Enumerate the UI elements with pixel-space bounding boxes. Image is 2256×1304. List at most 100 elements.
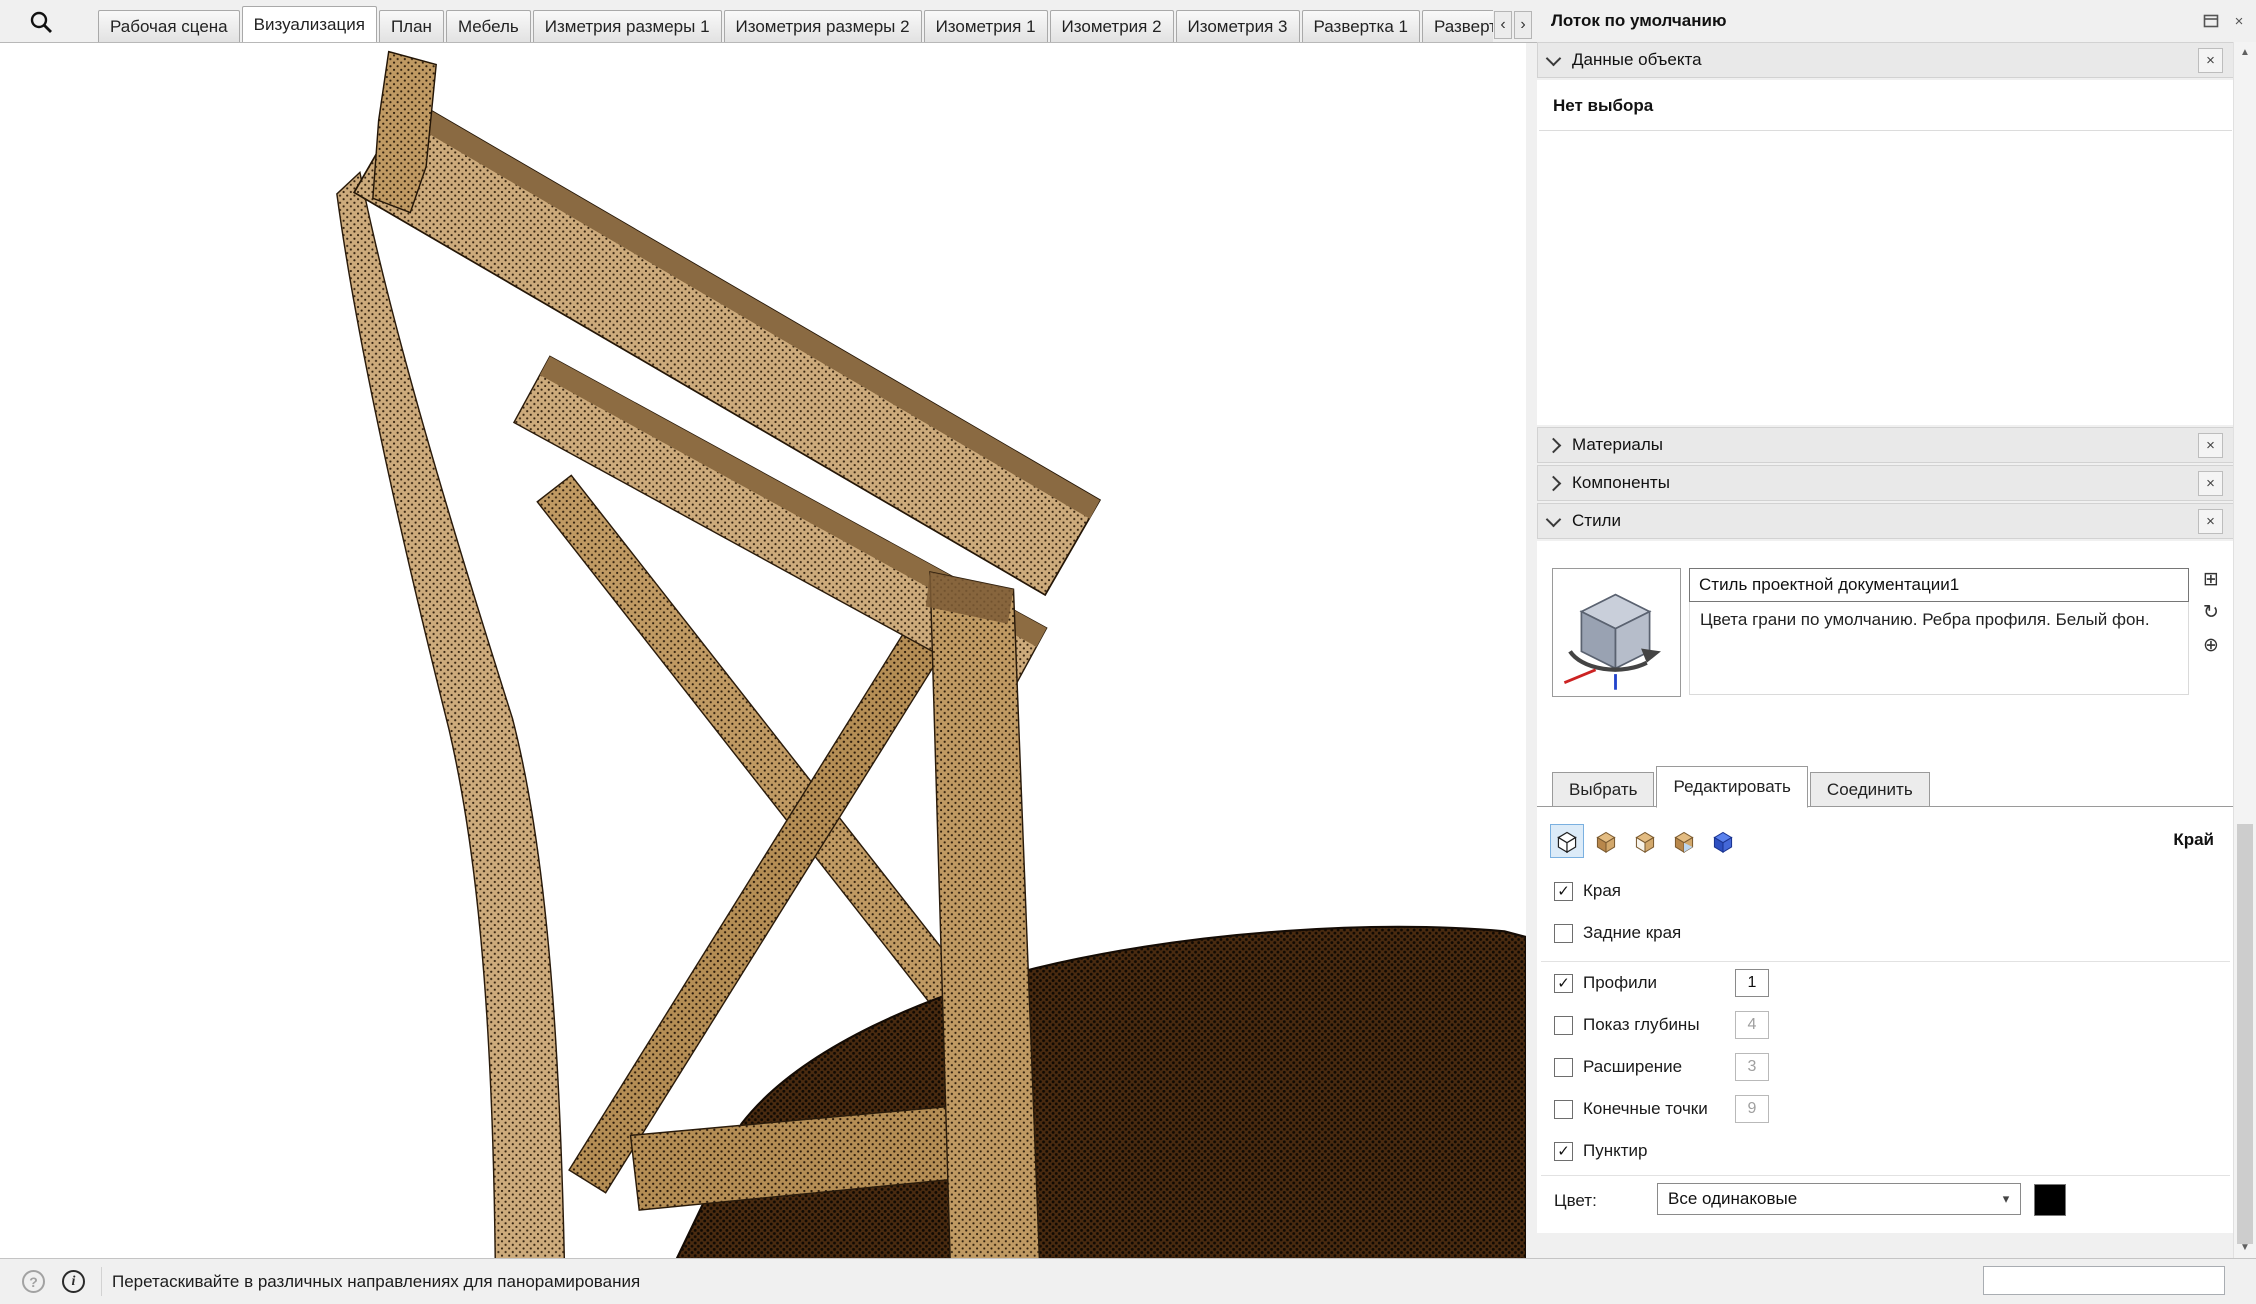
modeling-settings-button[interactable] (1706, 824, 1740, 858)
measurements-input[interactable] (1983, 1266, 2225, 1295)
watermark-cube-icon (1672, 829, 1696, 853)
tray-body: Данные объекта × Нет выбора Материалы × … (1537, 42, 2234, 1259)
endpoints-label: Конечные точки (1583, 1099, 1708, 1119)
edges-label: Края (1583, 881, 1621, 901)
new-style-icon[interactable]: ⊞ (2198, 566, 2224, 592)
tray-dock-icon[interactable] (2200, 10, 2222, 32)
scene-tab-active[interactable]: Визуализация (242, 6, 377, 42)
status-bar: ? i Перетаскивайте в различных направлен… (0, 1258, 2256, 1304)
extension-checkbox[interactable] (1554, 1058, 1573, 1077)
edges-checkbox[interactable]: ✓ (1554, 882, 1573, 901)
scene-tab[interactable]: Изометрия размеры 2 (724, 10, 922, 42)
scene-tab[interactable]: Рабочая сцена (98, 10, 240, 42)
scroll-down-icon[interactable]: ▼ (2234, 1237, 2256, 1259)
endpoints-checkbox[interactable] (1554, 1100, 1573, 1119)
chevron-down-icon (1546, 50, 1562, 66)
tray-title-bar: Лоток по умолчанию (1537, 0, 2256, 42)
color-dropdown-value: Все одинаковые (1668, 1189, 1797, 1209)
style-name-input[interactable] (1689, 568, 2189, 602)
scrollbar-thumb[interactable] (2237, 824, 2253, 1244)
depth-cue-checkbox[interactable] (1554, 1016, 1573, 1035)
no-selection-text: Нет выбора (1537, 80, 2234, 116)
extension-label: Расширение (1583, 1057, 1682, 1077)
extension-row: Расширение (1554, 1057, 1682, 1077)
info-icon[interactable]: i (62, 1270, 85, 1293)
divider (101, 1267, 102, 1296)
tab-edit[interactable]: Редактировать (1656, 766, 1807, 808)
close-section-icon[interactable]: × (2198, 48, 2223, 73)
chevron-right-icon (1546, 437, 1562, 453)
section-header-components[interactable]: Компоненты × (1537, 465, 2234, 501)
edges-row: ✓ Края (1554, 881, 1621, 901)
scene-tab[interactable]: Мебель (446, 10, 531, 42)
search-icon[interactable] (26, 7, 56, 37)
close-section-icon[interactable]: × (2198, 433, 2223, 458)
scene-tab[interactable]: Развертка 2 (1422, 10, 1493, 42)
close-section-icon[interactable]: × (2198, 509, 2223, 534)
divider (1541, 961, 2230, 962)
styles-tabs: Выбрать Редактировать Соединить (1552, 767, 1932, 807)
scene-tab[interactable]: Изометрия 3 (1176, 10, 1300, 42)
scene-tab[interactable]: Изометрия 2 (1050, 10, 1174, 42)
section-label: Стили (1572, 511, 1621, 531)
shaded-cube-icon (1594, 829, 1618, 853)
scene-tab[interactable]: Развертка 1 (1302, 10, 1420, 42)
back-edges-label: Задние края (1583, 923, 1681, 943)
dashes-checkbox[interactable]: ✓ (1554, 1142, 1573, 1161)
scene-tab[interactable]: Изометрия 1 (924, 10, 1048, 42)
scene-tab[interactable]: План (379, 10, 444, 42)
tab-mix[interactable]: Соединить (1810, 772, 1930, 807)
help-icon[interactable]: ? (22, 1270, 45, 1293)
background-settings-button[interactable] (1628, 824, 1662, 858)
scroll-up-icon[interactable]: ▲ (2234, 42, 2256, 64)
dashes-row: ✓ Пунктир (1554, 1141, 1647, 1161)
section-header-styles[interactable]: Стили × (1537, 503, 2234, 539)
profiles-value-input[interactable] (1735, 969, 1769, 997)
back-edges-row: Задние края (1554, 923, 1681, 943)
tabs-scroll-left-button[interactable]: ‹ (1494, 11, 1512, 39)
profiles-row: ✓ Профили (1554, 973, 1657, 993)
tray-close-icon[interactable]: × (2228, 10, 2250, 32)
style-thumbnail[interactable] (1552, 568, 1681, 697)
color-row: Цвет: (1554, 1191, 1597, 1211)
section-header-entity-info[interactable]: Данные объекта × (1537, 42, 2234, 78)
extension-value-input[interactable] (1735, 1053, 1769, 1081)
close-section-icon[interactable]: × (2198, 471, 2223, 496)
color-swatch[interactable] (2034, 1184, 2066, 1216)
section-header-materials[interactable]: Материалы × (1537, 427, 2234, 463)
scene-tab[interactable]: Изметрия размеры 1 (533, 10, 722, 42)
color-label: Цвет: (1554, 1191, 1597, 1211)
chevron-right-icon (1546, 475, 1562, 491)
entity-info-panel: Нет выбора (1537, 80, 2234, 425)
styles-panel: Цвета грани по умолчанию. Ребра профиля.… (1537, 541, 2234, 1233)
default-tray: Лоток по умолчанию × Данные объекта × Не… (1537, 0, 2256, 1259)
dropdown-arrow-icon: ▾ (1992, 1191, 2020, 1207)
section-label: Материалы (1572, 435, 1663, 455)
3d-viewport[interactable] (0, 43, 1526, 1259)
depth-cue-label: Показ глубины (1583, 1015, 1700, 1035)
depth-cue-value-input[interactable] (1735, 1011, 1769, 1039)
tabs-scroll-right-button[interactable]: › (1514, 11, 1532, 39)
profiles-checkbox[interactable]: ✓ (1554, 974, 1573, 993)
wireframe-cube-icon (1555, 829, 1579, 853)
update-style-icon[interactable]: ↻ (2198, 599, 2224, 625)
tray-title: Лоток по умолчанию (1551, 11, 1726, 31)
chair-model (0, 43, 1526, 1259)
edge-category-label: Край (2173, 830, 2214, 850)
style-preview-icon (1553, 569, 1678, 694)
back-edges-checkbox[interactable] (1554, 924, 1573, 943)
edge-settings-button[interactable] (1550, 824, 1584, 858)
endpoints-value-input[interactable] (1735, 1095, 1769, 1123)
background-cube-icon (1633, 829, 1657, 853)
divider (1541, 1175, 2230, 1176)
style-description[interactable]: Цвета грани по умолчанию. Ребра профиля.… (1689, 602, 2189, 695)
dashes-label: Пунктир (1583, 1141, 1647, 1161)
color-dropdown[interactable]: Все одинаковые ▾ (1657, 1183, 2021, 1215)
profiles-label: Профили (1583, 973, 1657, 993)
watermark-settings-button[interactable] (1667, 824, 1701, 858)
tray-scrollbar[interactable]: ▲ ▼ (2233, 42, 2256, 1259)
face-settings-button[interactable] (1589, 824, 1623, 858)
edit-category-icons (1550, 824, 1740, 858)
add-style-icon[interactable]: ⊕ (2198, 632, 2224, 658)
tab-select[interactable]: Выбрать (1552, 772, 1654, 807)
